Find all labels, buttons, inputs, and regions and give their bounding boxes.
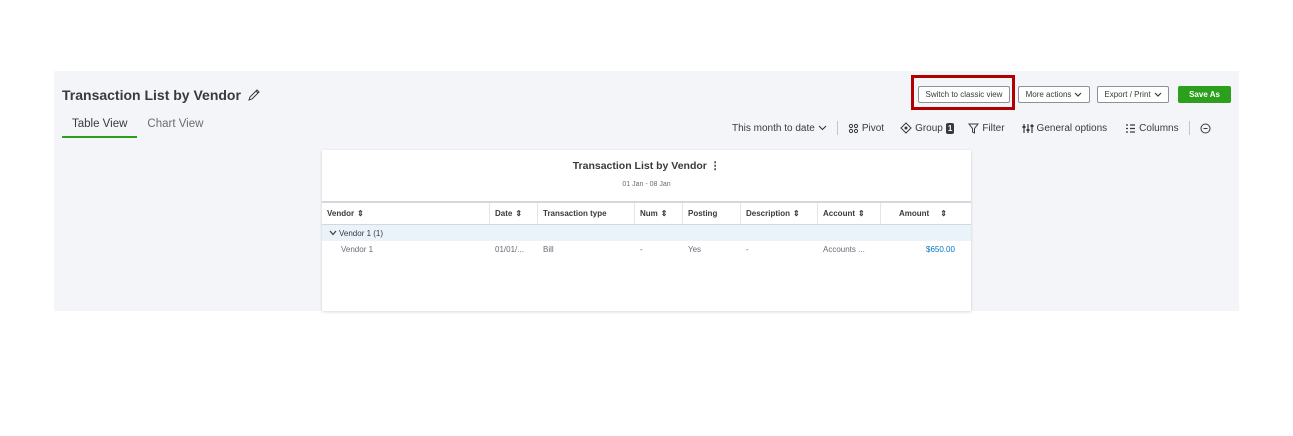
chevron-down-icon	[818, 125, 827, 131]
report-sheet: Transaction List by Vendor ⋮ 01 Jan - 08…	[322, 150, 971, 311]
column-label: Amount	[899, 209, 930, 218]
cell-posting: Yes	[688, 245, 702, 254]
export-print-label: Export / Print	[1104, 90, 1151, 99]
pivot-label: Pivot	[861, 122, 885, 134]
report-title-text: Transaction List by Vendor	[572, 160, 707, 172]
column-label: Date	[495, 209, 513, 218]
report-toolbar: This month to date Pivot Group 1 Filter …	[732, 121, 1211, 135]
column-header-num[interactable]: Num ⇕	[635, 203, 683, 224]
group-label: Group	[915, 122, 943, 134]
export-print-button[interactable]: Export / Print	[1097, 86, 1169, 103]
save-as-button[interactable]: Save As	[1178, 86, 1231, 103]
save-as-label: Save As	[1189, 90, 1220, 99]
column-header-posting[interactable]: Posting	[683, 203, 741, 224]
general-options-label: General options	[1036, 122, 1108, 134]
more-actions-label: More actions	[1025, 90, 1072, 99]
report-panel: Transaction List by Vendor Table View Ch…	[54, 71, 1239, 311]
filter-icon	[968, 123, 980, 134]
date-range-dropdown[interactable]: This month to date	[732, 123, 827, 134]
columns-label: Columns	[1139, 122, 1179, 134]
filter-button[interactable]: Filter	[968, 122, 1005, 134]
sort-icon: ⇕	[858, 209, 865, 218]
group-button[interactable]: Group 1	[900, 122, 955, 134]
report-date-range: 01 Jan - 08 Jan	[622, 181, 671, 188]
toolbar-divider	[836, 121, 838, 135]
date-range-label: This month to date	[732, 122, 815, 134]
general-options-button[interactable]: General options	[1022, 122, 1108, 134]
cell-vendor: Vendor 1	[341, 245, 374, 254]
sort-icon: ⇕	[660, 209, 668, 218]
column-header-vendor[interactable]: Vendor ⇕	[322, 203, 490, 224]
cell-transaction-type: Bill	[543, 245, 554, 254]
pencil-icon[interactable]	[247, 88, 261, 102]
chevron-down-icon[interactable]	[329, 230, 337, 236]
group-row-vendor-1[interactable]: Vendor 1 (1)	[322, 225, 971, 241]
group-label: Vendor 1 (1)	[339, 228, 384, 238]
columns-button[interactable]: Columns	[1125, 122, 1179, 134]
column-label: Description	[746, 209, 791, 218]
cell-account: Accounts ...	[823, 245, 865, 254]
cell-description: -	[746, 245, 749, 254]
table-row[interactable]: Vendor 1 01/01/... Bill - Yes - Accounts…	[322, 242, 971, 258]
sort-icon: ⇕	[940, 209, 947, 218]
column-header-account[interactable]: Account ⇕	[818, 203, 881, 224]
column-label: Transaction type	[543, 209, 607, 218]
sort-icon: ⇕	[357, 209, 364, 218]
column-header-transaction-type[interactable]: Transaction type	[538, 203, 635, 224]
sliders-icon	[1022, 123, 1034, 134]
title-row: Transaction List by Vendor	[62, 87, 261, 103]
page-title: Transaction List by Vendor	[62, 87, 241, 103]
pivot-icon	[848, 123, 859, 134]
group-icon	[900, 122, 912, 134]
column-header-amount[interactable]: Amount ⇕	[881, 203, 971, 224]
column-header-description[interactable]: Description ⇕	[741, 203, 818, 224]
column-label: Vendor	[327, 209, 355, 218]
collapse-circle-icon	[1200, 123, 1211, 134]
sort-icon: ⇕	[515, 209, 523, 218]
cell-date: 01/01/...	[495, 245, 524, 254]
column-label: Posting	[688, 209, 718, 218]
tab-table-view[interactable]: Table View	[62, 118, 138, 138]
filter-label: Filter	[982, 122, 1005, 134]
column-label: Account	[823, 209, 855, 218]
tab-chart-view[interactable]: Chart View	[137, 118, 213, 138]
report-title: Transaction List by Vendor ⋮	[322, 160, 971, 172]
collapse-button[interactable]	[1200, 123, 1211, 134]
columns-icon	[1125, 123, 1136, 134]
table-header: Vendor ⇕ Date ⇕ Transaction type Num ⇕ Post…	[322, 201, 971, 225]
column-header-date[interactable]: Date ⇕	[490, 203, 538, 224]
chevron-down-icon	[1154, 92, 1162, 98]
sort-icon: ⇕	[793, 209, 800, 218]
highlight-box	[911, 75, 1015, 110]
cell-num: -	[640, 245, 643, 254]
more-actions-button[interactable]: More actions	[1018, 86, 1090, 103]
kebab-menu-icon[interactable]: ⋮	[710, 160, 721, 172]
cell-amount-link[interactable]: $650.00	[926, 245, 955, 254]
toolbar-divider	[1188, 121, 1190, 135]
view-tabs: Table View Chart View	[62, 118, 213, 138]
chevron-down-icon	[1074, 92, 1082, 98]
column-label: Num	[640, 209, 658, 218]
group-count-badge: 1	[945, 122, 955, 134]
pivot-button[interactable]: Pivot	[848, 123, 884, 134]
